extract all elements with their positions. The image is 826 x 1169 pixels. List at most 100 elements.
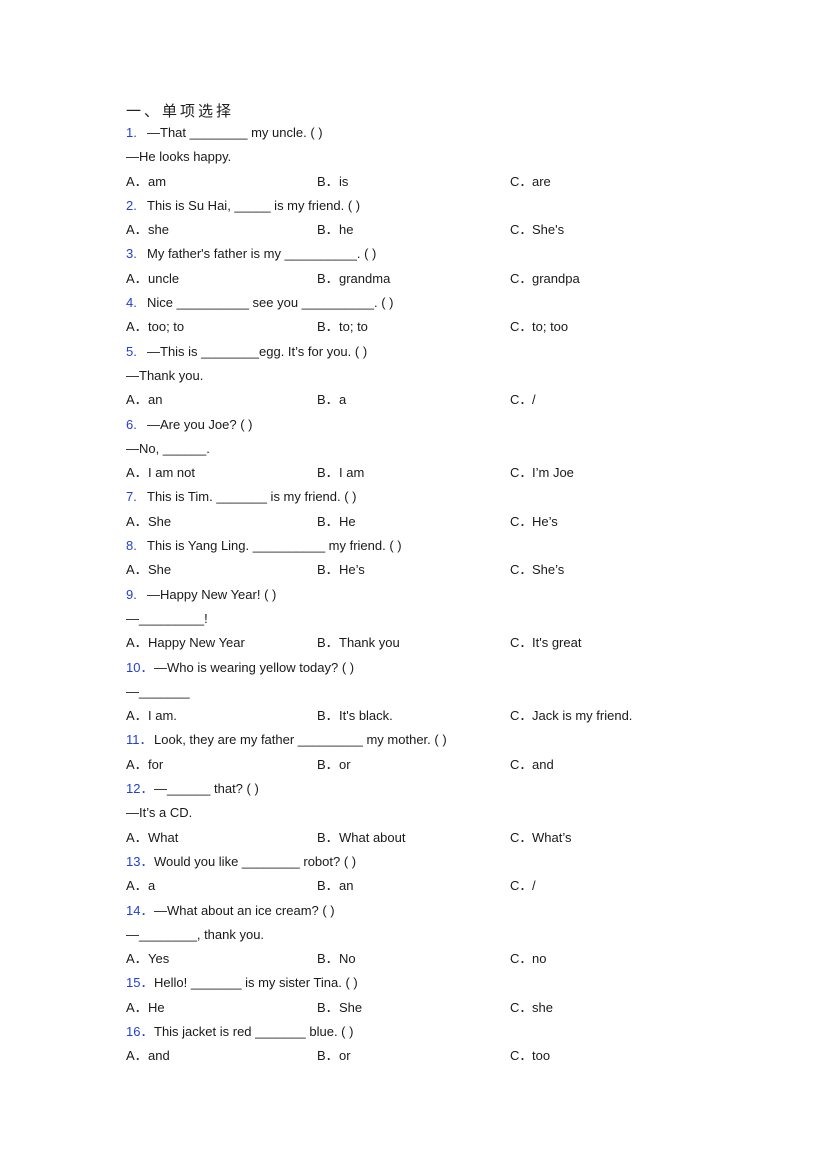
option-c[interactable]: C．What’s [510,826,572,850]
option-text: She [148,513,172,529]
option-a[interactable]: A．and [126,1044,170,1068]
option-a[interactable]: A．What [126,826,178,850]
option-b[interactable]: B．He [317,510,356,534]
question-2: 2. This is Su Hai, _____ is my friend. ( … [126,194,766,243]
option-c[interactable]: C．grandpa [510,267,580,291]
option-text: It's black. [339,708,393,724]
option-a[interactable]: A．I am not [126,461,195,485]
option-a[interactable]: A．too; to [126,315,184,339]
question-number: 6. [126,416,137,432]
option-text: What about [339,829,406,845]
option-c[interactable]: C．She's [510,218,564,242]
question-number: 5. [126,343,137,359]
option-b[interactable]: B．is [317,170,348,194]
option-a[interactable]: A．He [126,996,165,1020]
option-letter: B． [317,829,339,845]
option-c[interactable]: C．Jack is my friend. [510,704,632,728]
option-c[interactable]: C．She’s [510,558,564,582]
option-b[interactable]: B．She [317,996,362,1020]
option-c[interactable]: C．she [510,996,553,1020]
option-a[interactable]: A．a [126,874,155,898]
option-text: uncle [148,270,180,286]
option-a[interactable]: A．Yes [126,947,169,971]
option-c[interactable]: C．are [510,170,551,194]
dialogue-response: —No, ______. [126,440,210,456]
question-text: —This is ________egg. It’s for you. ( ) [147,343,368,359]
question-6: 6. —Are you Joe? ( ) —No, ______. A．I am no… [126,413,766,486]
option-c[interactable]: C．It's great [510,631,581,655]
question-stem: 5. —This is ________egg. It’s for you. ( … [126,340,766,364]
option-text: grandpa [532,270,580,286]
option-letter: C． [510,951,533,967]
option-text: is [339,173,349,189]
option-b[interactable]: B．or [317,753,351,777]
question-text: —Who is wearing yellow today? ( ) [154,659,355,675]
option-a[interactable]: A．uncle [126,267,179,291]
option-b[interactable]: B．or [317,1044,351,1068]
option-c[interactable]: C．too [510,1044,550,1068]
question-stem: 9. —Happy New Year! ( ) [126,583,766,607]
option-a[interactable]: A．am [126,170,166,194]
question-stem: 8. This is Yang Ling. __________ my frien… [126,534,766,558]
option-b[interactable]: B．I am [317,461,364,485]
question-text: Would you like ________ robot? ( ) [154,853,357,869]
options-row: A．Happy New Year B．Thank you C．It's great [126,631,766,655]
option-a[interactable]: A．an [126,388,162,412]
option-text: to; too [532,319,569,335]
option-c[interactable]: C．no [510,947,546,971]
question-stem: 4. Nice __________ see you __________. ( … [126,291,766,315]
option-letter: C． [510,1048,533,1064]
option-a[interactable]: A．She [126,510,171,534]
option-a[interactable]: A．I am. [126,704,177,728]
option-letter: B． [317,708,339,724]
question-9: 9. —Happy New Year! ( ) —_________! A．Happy… [126,583,766,656]
option-b[interactable]: B．It's black. [317,704,393,728]
dialogue-response: —_________! [126,610,208,626]
question-number: 8. [126,538,137,554]
question-number: 16． [126,1023,154,1039]
option-b[interactable]: B．He’s [317,558,365,582]
option-letter: C． [510,878,533,894]
option-letter: B． [317,951,339,967]
option-c[interactable]: C．and [510,753,554,777]
option-letter: A． [126,756,148,772]
option-b[interactable]: B．Thank you [317,631,400,655]
option-text: Yes [148,951,170,967]
option-letter: B． [317,562,339,578]
option-a[interactable]: A．Happy New Year [126,631,245,655]
question-text: Hello! _______ is my sister Tina. ( ) [154,975,358,991]
question-stem: 6. —Are you Joe? ( ) [126,413,766,437]
option-a[interactable]: A．she [126,218,169,242]
option-letter: B． [317,1048,339,1064]
question-number: 7. [126,489,137,505]
option-b[interactable]: B．What about [317,826,406,850]
option-b[interactable]: B．grandma [317,267,390,291]
option-b[interactable]: B．to; to [317,315,368,339]
option-a[interactable]: A．She [126,558,171,582]
option-b[interactable]: B．he [317,218,353,242]
option-c[interactable]: C．He’s [510,510,558,534]
option-c[interactable]: C．to; too [510,315,568,339]
option-text: she [532,999,553,1015]
question-14: 14．—What about an ice cream? ( ) —_______… [126,899,766,972]
question-text: —______ that? ( ) [154,781,259,797]
option-a[interactable]: A．for [126,753,163,777]
option-letter: C． [510,222,533,238]
question-stem: 11． Look, they are my father _________ my… [126,728,766,752]
question-1: 1. —That ________ my uncle. ( ) —He looks … [126,121,766,194]
option-c[interactable]: C．I’m Joe [510,461,574,485]
option-c[interactable]: C．/ [510,874,536,898]
option-text: Thank you [339,635,400,651]
option-letter: B． [317,635,339,651]
option-text: I am [339,465,365,481]
option-b[interactable]: B．No [317,947,356,971]
option-b[interactable]: B．a [317,388,346,412]
option-c[interactable]: C．/ [510,388,536,412]
option-b[interactable]: B．an [317,874,353,898]
question-text: My father's father is my __________. ( ) [147,246,377,262]
option-letter: A． [126,1048,148,1064]
option-letter: C． [510,635,533,651]
option-letter: B． [317,222,339,238]
option-text: a [148,878,156,894]
option-letter: A． [126,392,148,408]
